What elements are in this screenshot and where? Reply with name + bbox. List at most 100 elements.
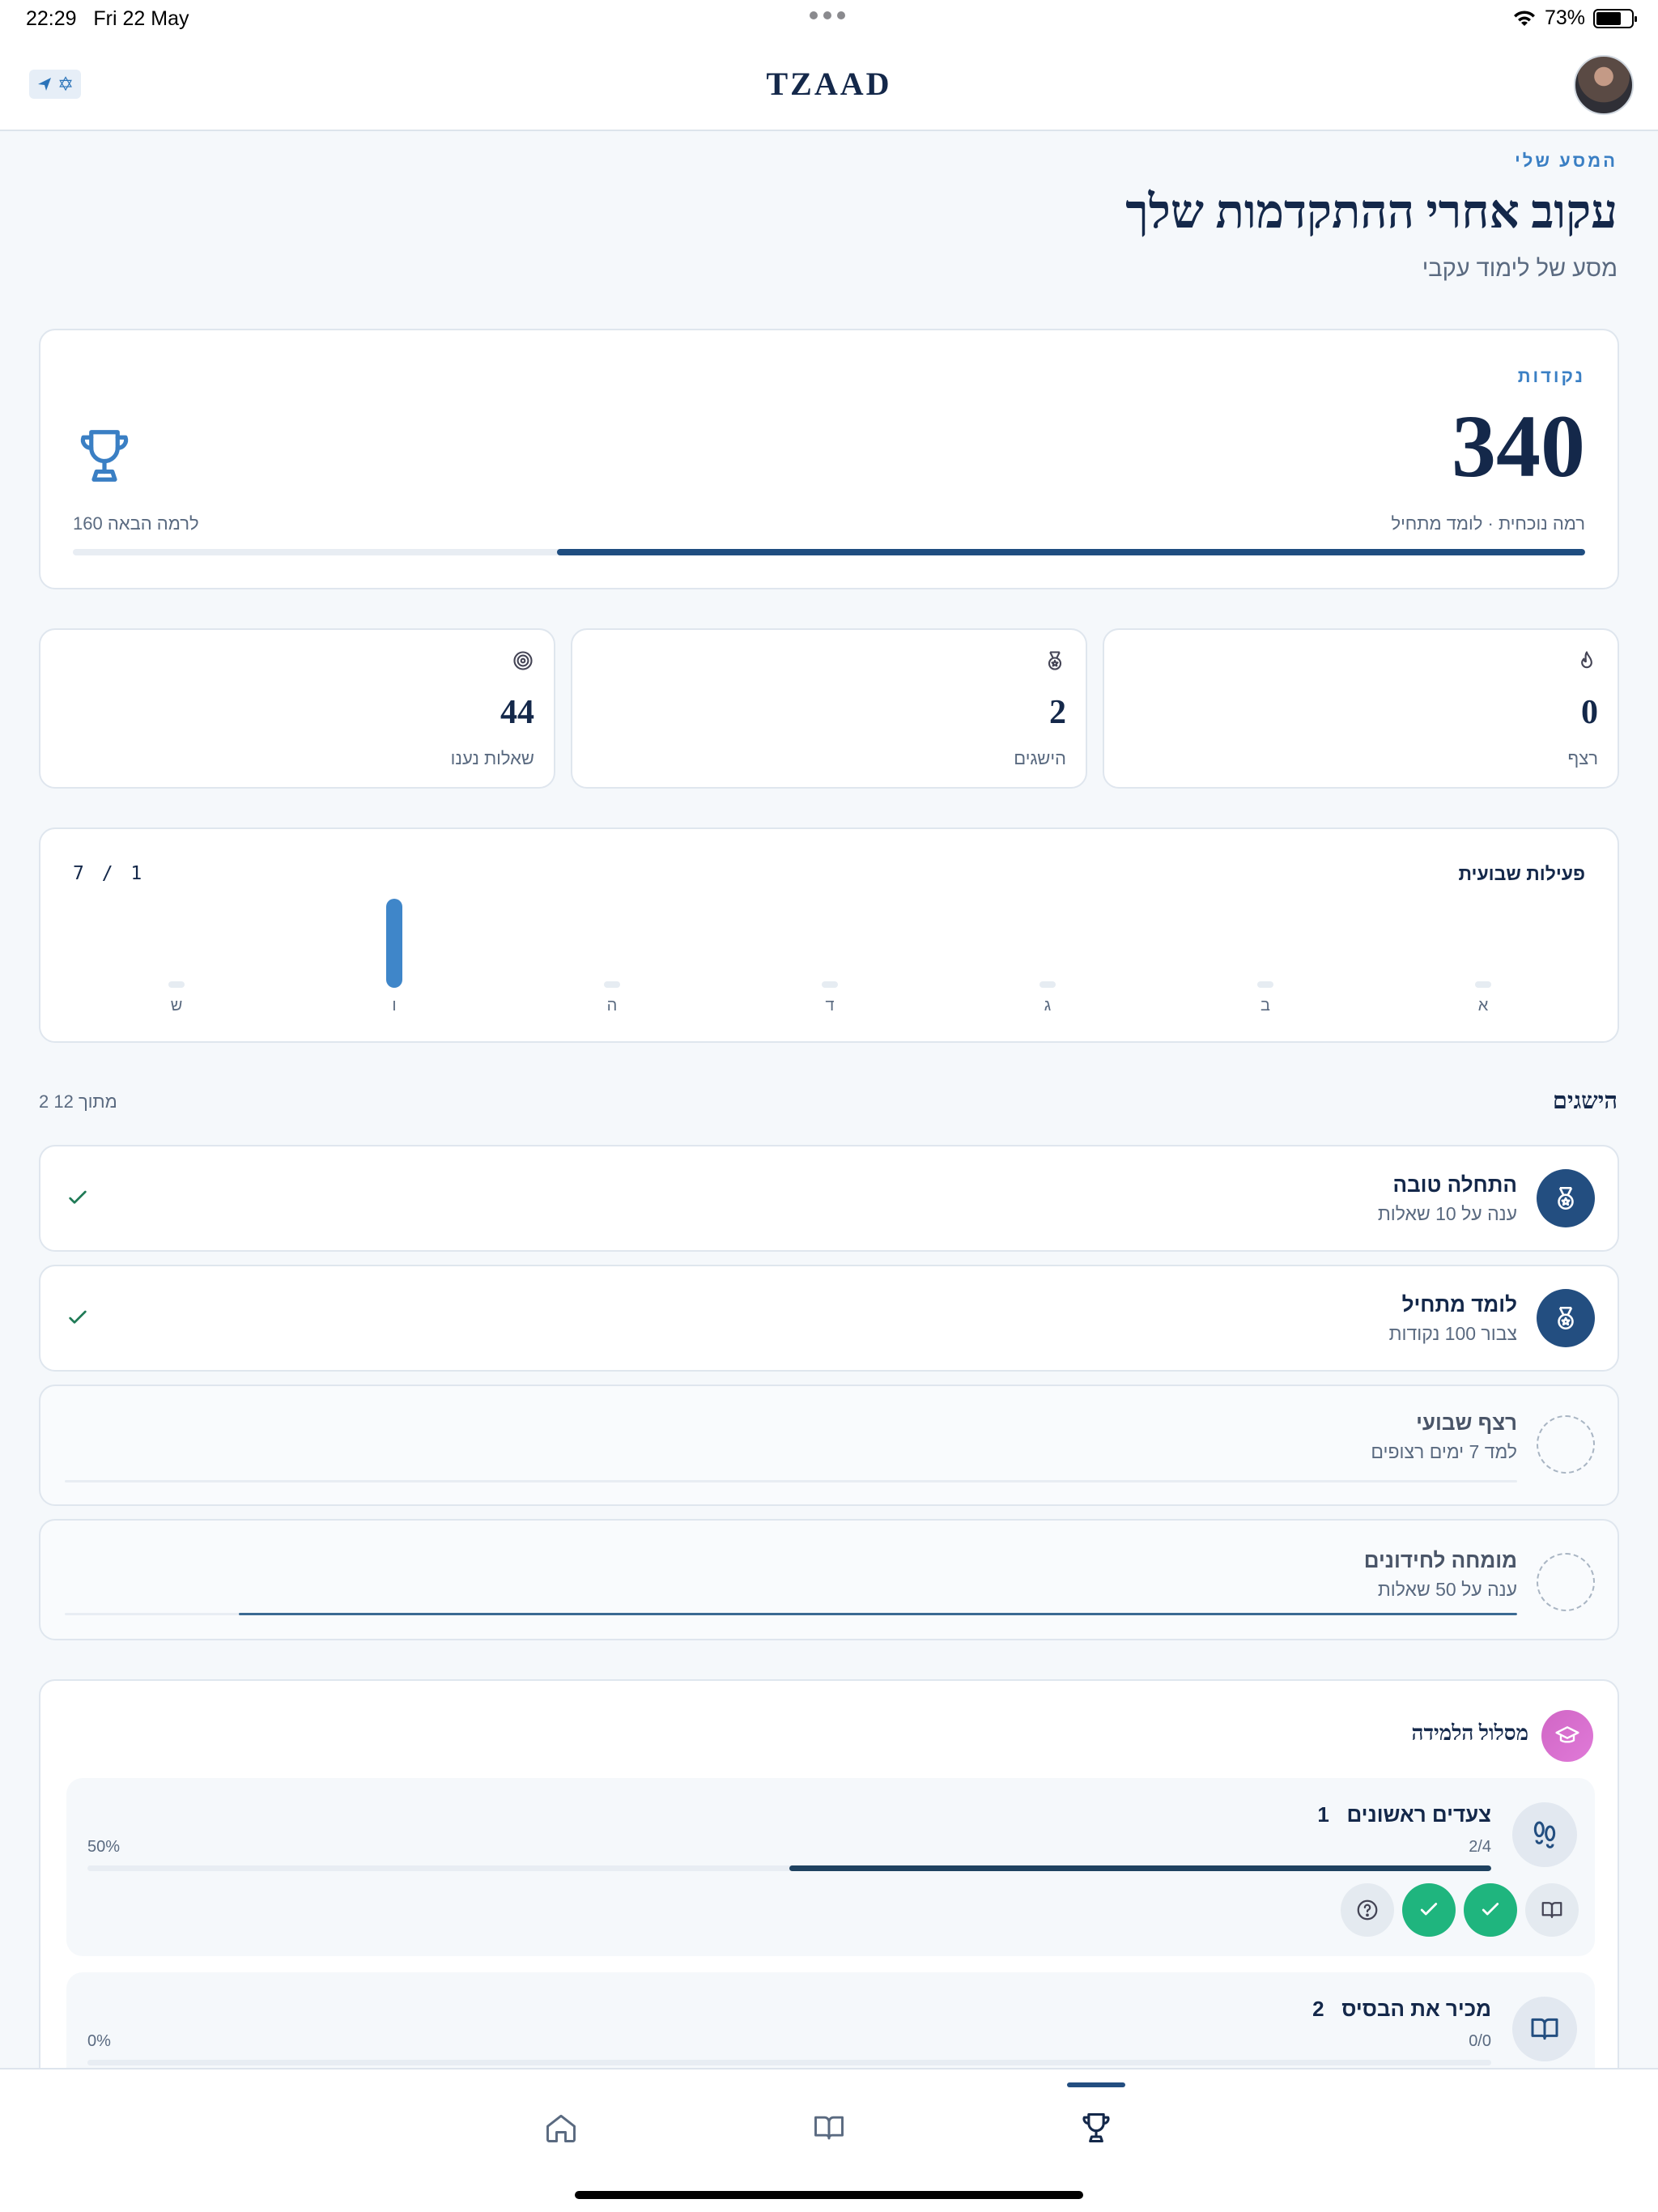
- achievement-desc: ענה על 50 שאלות: [1377, 1579, 1517, 1600]
- day-label: א: [1477, 997, 1489, 1015]
- medal-icon: [1044, 649, 1066, 676]
- step-name: מכיר את הבסיס 2: [1312, 1997, 1491, 2021]
- achievement-item[interactable]: מומחה לחידונים ענה על 50 שאלות: [39, 1519, 1619, 1640]
- achievement-item[interactable]: רצף שבועי למד 7 ימים רצופים: [39, 1385, 1619, 1506]
- day-bar: [1039, 981, 1056, 988]
- battery-icon: [1593, 8, 1637, 28]
- day-column: ש: [160, 878, 193, 1015]
- locked-badge-icon: [1537, 1415, 1595, 1474]
- day-label: ו: [392, 997, 397, 1015]
- day-column: ד: [814, 878, 846, 1015]
- step-percent: 0%: [87, 2032, 111, 2050]
- path-step[interactable]: צעדים ראשונים 1 2/4 50%: [66, 1778, 1595, 1956]
- book-open-icon: [814, 2116, 844, 2140]
- flame-icon: [1575, 649, 1598, 676]
- status-right: 73%: [1512, 6, 1637, 30]
- lesson-book-icon[interactable]: [1525, 1883, 1579, 1937]
- trophy-icon: [73, 424, 136, 491]
- page-subtitle: מסע של לימוד עקבי: [1422, 256, 1618, 282]
- step-fraction: 2/4: [1469, 1838, 1491, 1856]
- day-label: ב: [1261, 997, 1270, 1015]
- points-label: נקודות: [1517, 366, 1585, 386]
- stat-questions: 44 שאלות נענו: [39, 628, 555, 789]
- step-progress-fill: [789, 1865, 1491, 1871]
- achievement-title: לומד מתחיל: [1401, 1292, 1517, 1317]
- stat-value: 2: [1049, 694, 1066, 731]
- learn-tab[interactable]: [803, 2102, 855, 2154]
- lesson-complete-check-icon[interactable]: [1464, 1883, 1517, 1937]
- battery-percent: 73%: [1544, 6, 1585, 29]
- achievement-progress: [65, 1480, 1517, 1482]
- achievement-item[interactable]: לומד מתחיל צבור 100 נקודות: [39, 1265, 1619, 1372]
- day-label: ה: [606, 997, 618, 1015]
- app-title: TZAAD: [766, 66, 892, 102]
- achievements-title: הישגים: [1552, 1088, 1618, 1114]
- book-open-icon: [1512, 1997, 1577, 2061]
- weekly-activity-card: פעילות שבועית 7 / 1 א ב ג ד ה ו ש: [39, 827, 1619, 1043]
- day-column: ב: [1249, 878, 1282, 1015]
- day-column: ה: [596, 878, 628, 1015]
- top-navigation: ✡ TZAAD: [0, 40, 1658, 131]
- achievement-title: רצף שבועי: [1416, 1410, 1517, 1435]
- stat-label: רצף: [1567, 748, 1598, 768]
- step-progress: [87, 1865, 1491, 1871]
- step-fraction: 0/0: [1469, 2032, 1491, 2050]
- points-progress: [73, 549, 1585, 555]
- locked-badge-icon: [1537, 1553, 1595, 1611]
- step-percent: 50%: [87, 1838, 121, 1856]
- achievement-desc: למד 7 ימים רצופים: [1371, 1441, 1517, 1462]
- lesson-complete-check-icon[interactable]: [1402, 1883, 1456, 1937]
- medal-icon: [1537, 1289, 1595, 1347]
- day-column: א: [1467, 878, 1499, 1015]
- day-column: ג: [1031, 878, 1064, 1015]
- trophy-icon: [1082, 2112, 1110, 2143]
- home-icon: [546, 2114, 576, 2142]
- wifi-icon: [1513, 10, 1535, 26]
- day-label: ג: [1044, 997, 1052, 1015]
- stat-achievements: 2 הישגים: [571, 628, 1087, 789]
- day-label: ש: [170, 997, 183, 1015]
- points-card: נקודות 340 רמה נוכחית · לומד מתחיל 160 ל…: [39, 329, 1619, 589]
- quiz-question-icon[interactable]: [1341, 1883, 1394, 1937]
- current-level: רמה נוכחית · לומד מתחיל: [1391, 513, 1585, 534]
- stat-label: הישגים: [1014, 748, 1066, 768]
- check-icon: [65, 1305, 91, 1335]
- day-bar: [1475, 981, 1491, 988]
- achievements-tab[interactable]: [1067, 2082, 1125, 2154]
- stat-value: 44: [500, 694, 534, 731]
- day-bar: [822, 981, 838, 988]
- points-progress-fill: [556, 549, 1585, 555]
- weekly-count: 7 / 1: [73, 863, 146, 884]
- points-value: 340: [1452, 397, 1585, 496]
- day-column: ו: [378, 878, 410, 1015]
- achievement-title: מומחה לחידונים: [1363, 1548, 1517, 1572]
- avatar[interactable]: [1574, 55, 1634, 115]
- day-label: ד: [825, 997, 835, 1015]
- step-name: צעדים ראשונים 1: [1317, 1802, 1491, 1827]
- home-tab[interactable]: [535, 2102, 587, 2154]
- status-bar: 22:29 Fri 22 May 73%: [0, 0, 1658, 40]
- home-indicator[interactable]: [575, 2191, 1083, 2199]
- day-bar: [168, 981, 185, 988]
- check-icon: [65, 1185, 91, 1215]
- achievement-progress-fill: [239, 1613, 1517, 1615]
- day-bar: [604, 981, 620, 988]
- achievement-item[interactable]: התחלה טובה ענה על 10 שאלות: [39, 1145, 1619, 1252]
- stat-label: שאלות נענו: [450, 748, 534, 768]
- target-icon: [512, 649, 534, 676]
- graduation-cap-icon: [1541, 1710, 1593, 1762]
- achievement-progress: [65, 1613, 1517, 1615]
- day-bar: [386, 899, 402, 988]
- page-eyebrow: המסע שלי: [1515, 151, 1618, 171]
- status-time: 22:29 Fri 22 May: [26, 7, 189, 30]
- page-title: עקוב אחרי ההתקדמות שלך: [1125, 185, 1618, 238]
- day-bar: [1257, 981, 1273, 988]
- achievements-count: 2 מתוך 12: [39, 1091, 117, 1112]
- next-level: 160 לרמה הבאה: [73, 513, 199, 534]
- achievement-title: התחלה טובה: [1392, 1172, 1517, 1197]
- achievement-desc: ענה על 10 שאלות: [1377, 1203, 1517, 1224]
- footprints-icon: [1512, 1802, 1577, 1867]
- multitask-dots[interactable]: [810, 11, 845, 19]
- achievement-desc: צבור 100 נקודות: [1388, 1323, 1517, 1344]
- stat-value: 0: [1581, 694, 1598, 731]
